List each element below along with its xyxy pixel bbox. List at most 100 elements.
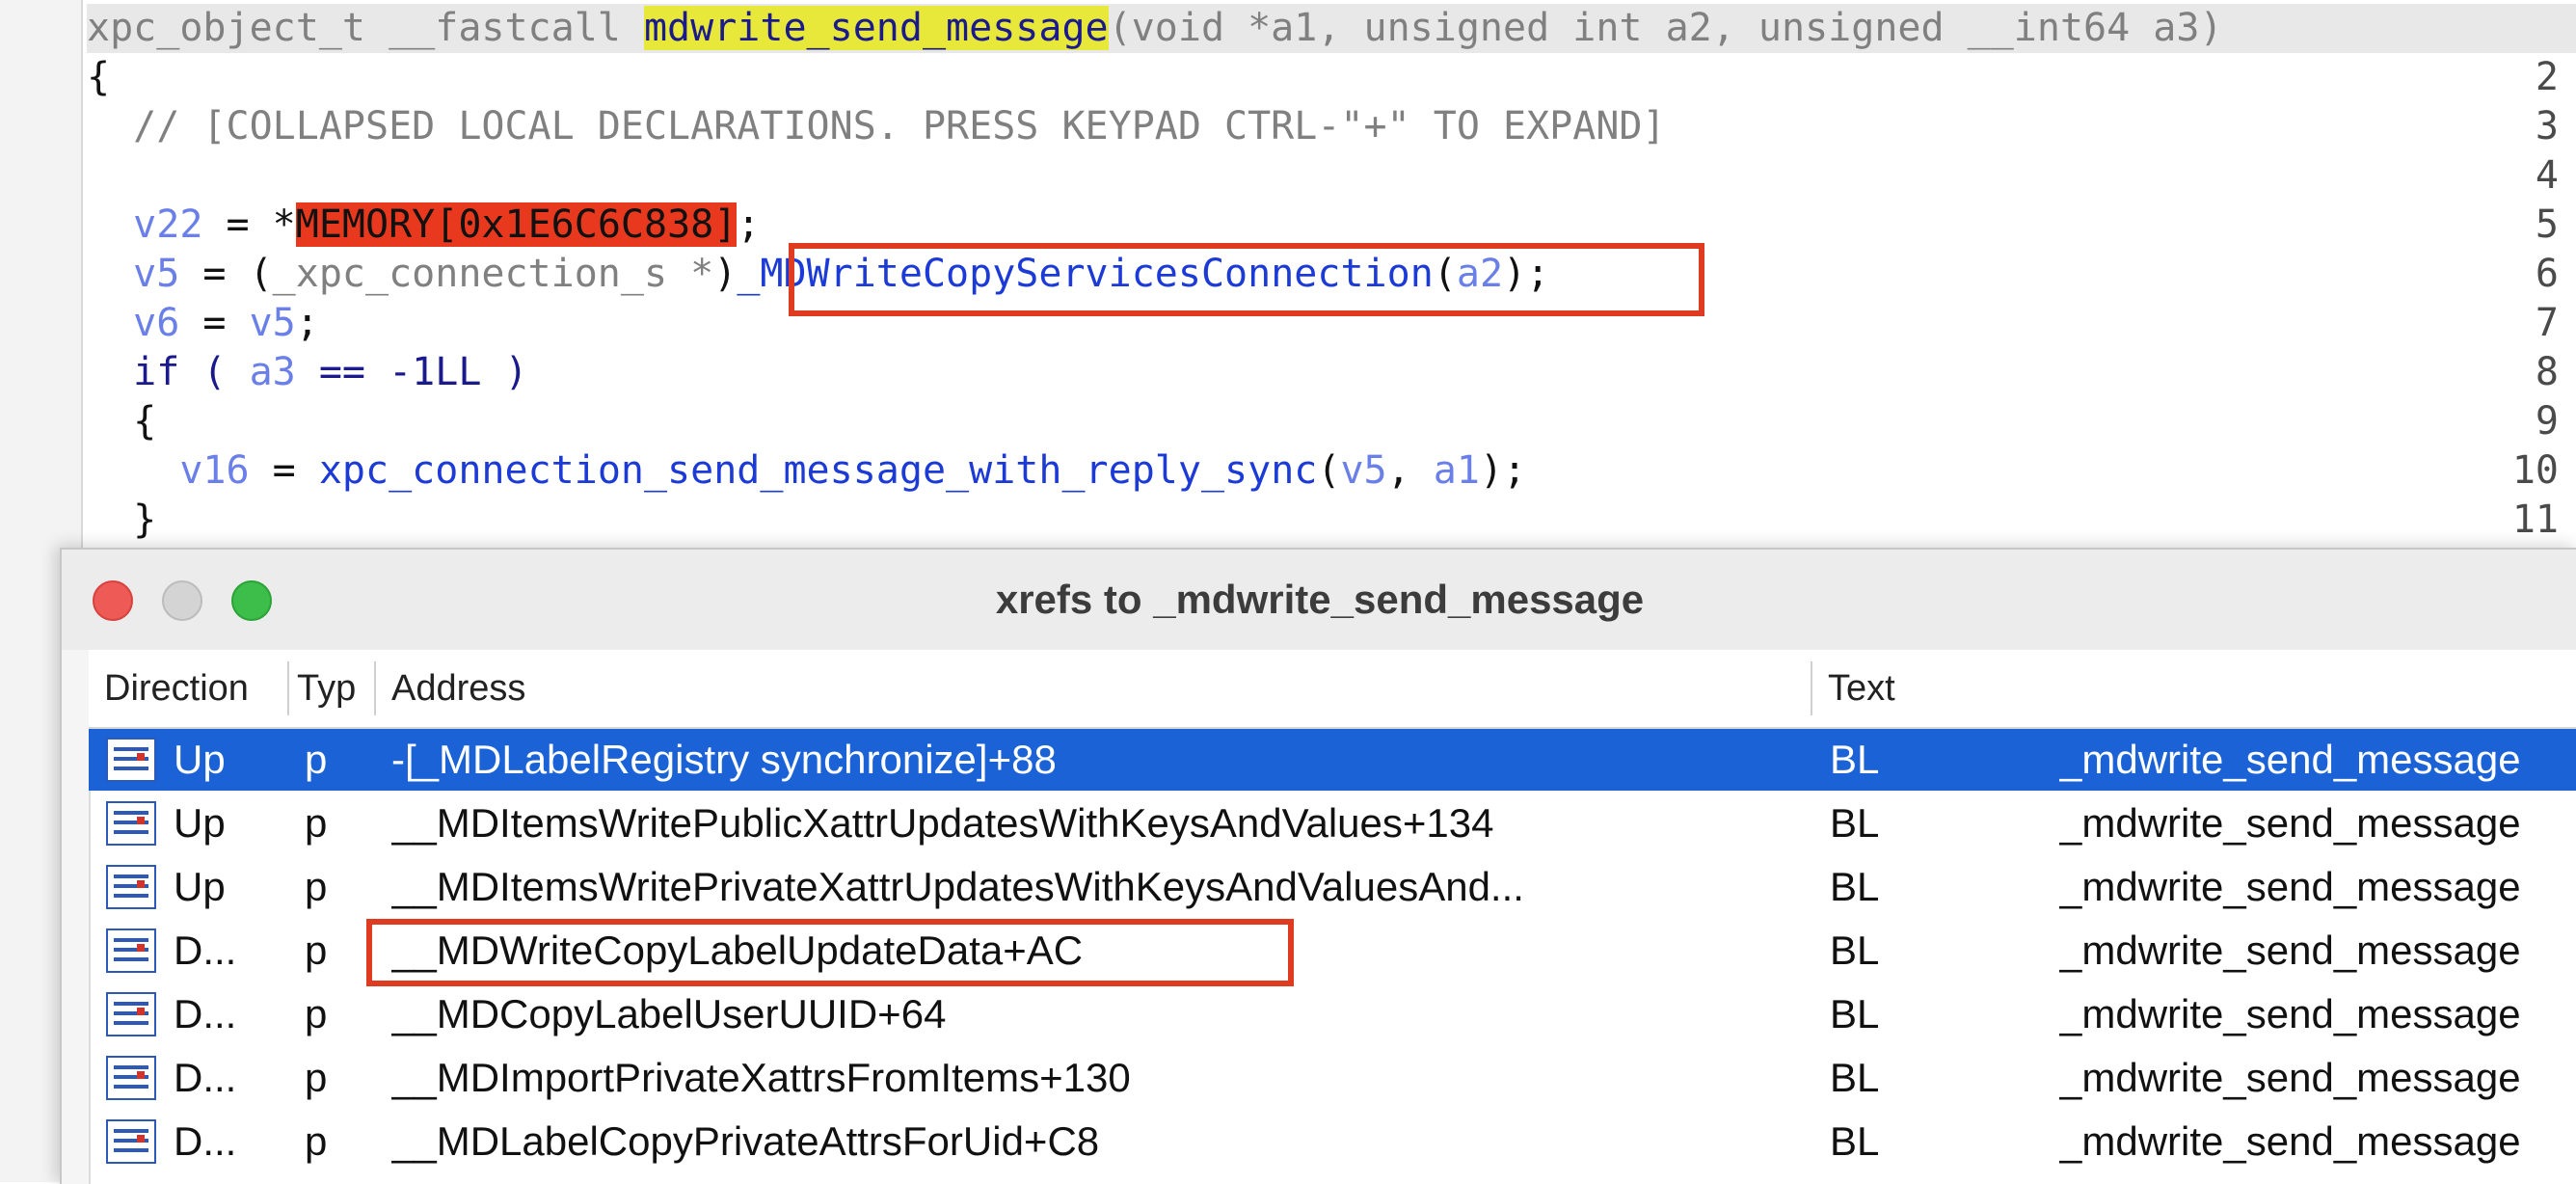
memory-reference[interactable]: MEMORY[0x1E6C6C838] bbox=[295, 202, 738, 247]
if-keyword: if ( bbox=[87, 350, 250, 394]
line-number: 4 bbox=[2535, 153, 2559, 198]
cell-address: -[_MDLabelRegistry synchronize]+88 bbox=[391, 737, 1057, 782]
code-line-3[interactable]: // [COLLAPSED LOCAL DECLARATIONS. PRESS … bbox=[87, 102, 1665, 151]
table-row[interactable]: D... p __MDCopyLabelUserUUID+64 BL _mdwr… bbox=[89, 983, 2576, 1045]
xref-code-icon bbox=[106, 992, 156, 1036]
line-number: 6 bbox=[2535, 252, 2559, 296]
cell-target: _mdwrite_send_message bbox=[2059, 991, 2521, 1036]
column-divider[interactable] bbox=[374, 661, 376, 715]
line-number: 5 bbox=[2535, 202, 2559, 247]
window-titlebar[interactable]: xrefs to _mdwrite_send_message bbox=[62, 550, 2576, 652]
cell-type: p bbox=[305, 1055, 328, 1100]
operator: = * bbox=[202, 202, 296, 247]
operator: = ( bbox=[179, 252, 273, 296]
code-line-5[interactable]: v22 = *MEMORY[0x1E6C6C838]; bbox=[87, 201, 760, 250]
column-header-type[interactable]: Typ bbox=[297, 650, 362, 727]
cell-address: __MDImportPrivateXattrsFromItems+130 bbox=[391, 1055, 1131, 1100]
table-row[interactable]: D... p __MDWriteCopyLabelUpdateData+AC B… bbox=[89, 920, 2576, 982]
paren-close: ); bbox=[1503, 252, 1550, 296]
xrefs-window[interactable]: xrefs to _mdwrite_send_message Direction… bbox=[60, 548, 2576, 1184]
cell-address: __MDCopyLabelUserUUID+64 bbox=[391, 991, 947, 1036]
code-line-7[interactable]: v6 = v5; bbox=[87, 299, 319, 348]
call-xpc-connection-send-message[interactable]: xpc_connection_send_message_with_reply_s… bbox=[319, 448, 1318, 493]
code-line-6[interactable]: v5 = (_xpc_connection_s *)_MDWriteCopySe… bbox=[87, 250, 1549, 299]
function-name[interactable]: mdwrite_send_message bbox=[643, 6, 1109, 50]
code-line-2[interactable]: { bbox=[87, 53, 110, 102]
cell-instruction: BL bbox=[1830, 800, 1880, 846]
column-divider[interactable] bbox=[287, 661, 289, 715]
variable-v5[interactable]: v5 bbox=[87, 252, 179, 296]
argument-a2[interactable]: a2 bbox=[1457, 252, 1503, 296]
cell-instruction: BL bbox=[1830, 737, 1880, 782]
comma: , bbox=[1386, 448, 1434, 493]
call-mdwrite-copy-services-connection[interactable]: _MDWriteCopyServicesConnection bbox=[737, 252, 1433, 296]
xref-code-icon bbox=[106, 738, 156, 782]
column-header-text[interactable]: Text bbox=[1828, 650, 2117, 727]
collapsed-declarations-comment[interactable]: // [COLLAPSED LOCAL DECLARATIONS. PRESS … bbox=[87, 104, 1665, 148]
xref-code-icon bbox=[106, 865, 156, 909]
close-brace: } bbox=[87, 498, 157, 542]
operator: = bbox=[179, 301, 250, 345]
open-brace: { bbox=[87, 399, 157, 444]
xref-code-icon bbox=[106, 928, 156, 973]
cell-type: p bbox=[305, 991, 328, 1036]
argument-a1[interactable]: a1 bbox=[1434, 448, 1480, 493]
table-header: Direction Typ Address Text bbox=[89, 650, 2576, 729]
argument-v5[interactable]: v5 bbox=[1340, 448, 1386, 493]
cell-address: __MDLabelCopyPrivateAttrsForUid+C8 bbox=[391, 1118, 1100, 1164]
cell-target: _mdwrite_send_message bbox=[2059, 864, 2521, 909]
cell-target: _mdwrite_send_message bbox=[2059, 1055, 2521, 1100]
cast-close: ) bbox=[713, 252, 738, 296]
paren-close: ); bbox=[1479, 448, 1527, 493]
line-number: 9 bbox=[2535, 399, 2559, 444]
cell-instruction: BL bbox=[1830, 1118, 1880, 1164]
column-header-direction[interactable]: Direction bbox=[104, 650, 278, 727]
variable-v6[interactable]: v6 bbox=[87, 301, 179, 345]
table-row[interactable]: Up p __MDItemsWritePublicXattrUpdatesWit… bbox=[89, 793, 2576, 854]
window-title: xrefs to _mdwrite_send_message bbox=[995, 577, 1645, 622]
xref-code-icon bbox=[106, 801, 156, 846]
table-row[interactable]: D... p __MDLabelCopyPrivateAttrsForUid+C… bbox=[89, 1111, 2576, 1172]
cell-address: __MDWriteCopyLabelUpdateData+AC bbox=[391, 928, 1084, 973]
cell-type: p bbox=[305, 864, 328, 909]
code-line-1[interactable]: xpc_object_t __fastcall mdwrite_send_mes… bbox=[87, 4, 2576, 53]
code-line-9[interactable]: { bbox=[87, 397, 156, 446]
argument-a3[interactable]: a3 bbox=[250, 350, 296, 394]
line-number: 3 bbox=[2535, 104, 2559, 148]
window-left-edge bbox=[62, 650, 91, 1184]
semicolon: ; bbox=[295, 301, 319, 345]
line-number: 11 bbox=[2511, 498, 2559, 542]
cell-instruction: BL bbox=[1830, 928, 1880, 973]
cell-type: p bbox=[305, 928, 328, 973]
code-line-10[interactable]: v16 = xpc_connection_send_message_with_r… bbox=[87, 446, 1526, 496]
xref-code-icon bbox=[106, 1056, 156, 1100]
type-cast[interactable]: _xpc_connection_s * bbox=[273, 252, 714, 296]
column-header-address[interactable]: Address bbox=[391, 650, 970, 727]
operator: = bbox=[249, 448, 319, 493]
cell-type: p bbox=[305, 800, 328, 846]
variable-v5[interactable]: v5 bbox=[250, 301, 296, 345]
column-divider[interactable] bbox=[1811, 661, 1812, 715]
variable-v22[interactable]: v22 bbox=[87, 202, 202, 247]
cell-direction: Up bbox=[174, 864, 226, 909]
cell-direction: Up bbox=[174, 737, 226, 782]
cell-instruction: BL bbox=[1830, 1055, 1880, 1100]
variable-v16[interactable]: v16 bbox=[87, 448, 249, 493]
cell-direction: D... bbox=[174, 991, 237, 1036]
table-row[interactable]: Up p __MDItemsWritePrivateXattrUpdatesWi… bbox=[89, 856, 2576, 918]
cell-address: __MDItemsWritePublicXattrUpdatesWithKeys… bbox=[391, 800, 1494, 846]
cell-direction: D... bbox=[174, 928, 237, 973]
semicolon: ; bbox=[737, 202, 761, 247]
code-line-11[interactable]: } bbox=[87, 496, 156, 545]
table-row[interactable]: D... p __MDImportPrivateXattrsFromItems+… bbox=[89, 1047, 2576, 1109]
xref-code-icon bbox=[106, 1119, 156, 1164]
line-number: 2 bbox=[2535, 55, 2559, 99]
code-line-8[interactable]: if ( a3 == -1LL ) bbox=[87, 348, 527, 397]
cell-direction: Up bbox=[174, 800, 226, 846]
cell-target: _mdwrite_send_message bbox=[2059, 800, 2521, 846]
cell-instruction: BL bbox=[1830, 864, 1880, 909]
line-number: 10 bbox=[2511, 448, 2559, 493]
table-row[interactable]: Up p -[_MDLabelRegistry synchronize]+88 … bbox=[89, 729, 2576, 791]
cell-direction: D... bbox=[174, 1118, 237, 1164]
cell-type: p bbox=[305, 737, 328, 782]
